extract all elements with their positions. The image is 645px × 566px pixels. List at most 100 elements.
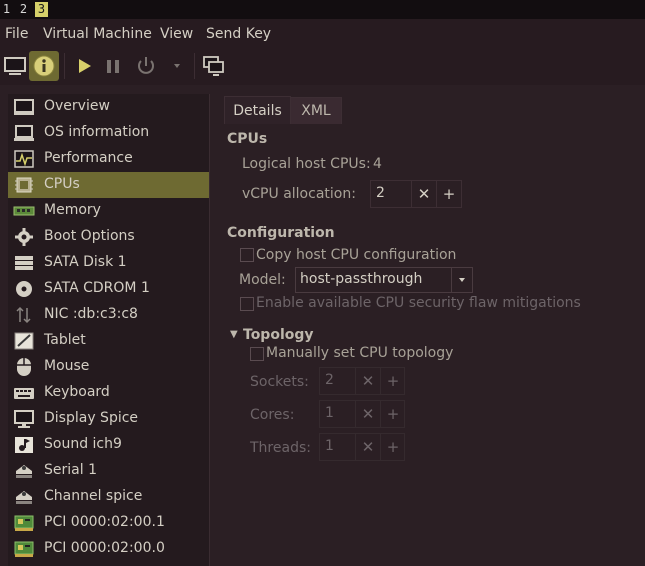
keyboard-icon	[14, 388, 34, 399]
pci-card-icon	[14, 541, 34, 557]
cores-spinner: 1 ✕ +	[319, 400, 405, 428]
chevron-down-icon	[174, 64, 180, 68]
sidebar-item-mouse[interactable]: Mouse	[8, 354, 209, 380]
sidebar-item-channel-spice[interactable]: Channel spice	[8, 484, 209, 510]
sidebar-item-sata-cdrom-1[interactable]: SATA CDROM 1	[8, 276, 209, 302]
sidebar-item-label: Serial 1	[44, 462, 97, 478]
sidebar-item-label: Sound ich9	[44, 436, 122, 452]
workspace-3[interactable]: 3	[35, 2, 48, 17]
memory-stick-icon	[13, 206, 35, 216]
manual-topology-checkbox[interactable]	[250, 347, 264, 361]
sockets-increase-button: +	[380, 368, 405, 394]
model-value: host-passthrough	[300, 271, 423, 287]
sidebar-item-label: Mouse	[44, 358, 90, 374]
laptop-icon	[14, 125, 34, 141]
shutdown-button[interactable]	[131, 51, 161, 81]
pci-card-icon	[14, 515, 34, 531]
sidebar-item-cpus[interactable]: CPUs	[8, 172, 209, 198]
info-icon	[33, 55, 55, 77]
sidebar-item-os-information[interactable]: OS information	[8, 120, 209, 146]
sound-icon	[15, 437, 33, 453]
sidebar-item-label: Tablet	[44, 332, 86, 348]
sidebar-item-keyboard[interactable]: Keyboard	[8, 380, 209, 406]
vcpu-decrease-button[interactable]: ✕	[411, 181, 436, 207]
sidebar-item-pci-0000-02-00-0[interactable]: PCI 0000:02:00.0	[8, 536, 209, 562]
power-icon	[138, 57, 154, 74]
hard-disk-icon	[15, 256, 33, 270]
gear-icon	[15, 228, 33, 246]
workspace-2[interactable]: 2	[17, 2, 30, 17]
sidebar-item-label: Channel spice	[44, 488, 143, 504]
hardware-list: Overview OS information Performance CPUs Mem…	[8, 94, 210, 566]
mitigations-label: Enable available CPU security flaw mitig…	[256, 295, 581, 311]
vcpu-increase-button[interactable]: +	[436, 181, 461, 207]
topology-heading[interactable]: Topology	[243, 327, 314, 343]
details-button[interactable]	[29, 51, 59, 81]
sidebar-item-display-spice[interactable]: Display Spice	[8, 406, 209, 432]
pause-icon	[107, 60, 119, 73]
workspace-1[interactable]: 1	[0, 2, 13, 17]
threads-label: Threads:	[250, 440, 311, 456]
play-icon	[79, 59, 91, 73]
tablet-icon	[14, 332, 34, 350]
vcpu-allocation-label: vCPU allocation:	[242, 186, 356, 202]
toolbar-separator	[64, 53, 65, 79]
sidebar-item-label: Display Spice	[44, 410, 139, 426]
sidebar-item-label: Keyboard	[44, 384, 110, 400]
manual-topology-label: Manually set CPU topology	[266, 345, 454, 361]
sidebar-item-overview[interactable]: Overview	[8, 94, 209, 120]
shutdown-menu-button[interactable]	[164, 51, 190, 81]
cores-decrease-button: ✕	[355, 401, 380, 427]
menu-view[interactable]: View	[160, 26, 193, 42]
threads-increase-button: +	[380, 434, 405, 460]
cores-value: 1	[325, 405, 334, 421]
sidebar-item-label: PCI 0000:02:00.0	[44, 540, 165, 556]
sockets-decrease-button: ✕	[355, 368, 380, 394]
cdrom-icon	[16, 281, 32, 297]
model-select[interactable]: host-passthrough	[295, 267, 473, 293]
menu-send-key[interactable]: Send Key	[206, 26, 271, 42]
sidebar-item-memory[interactable]: Memory	[8, 198, 209, 224]
sidebar-item-sound-ich9[interactable]: Sound ich9	[8, 432, 209, 458]
fullscreen-button[interactable]	[199, 51, 229, 81]
workspace-bar: 1 2 3	[0, 0, 645, 19]
serial-icon	[16, 465, 32, 478]
logical-cpus-label: Logical host CPUs:	[242, 156, 371, 172]
sidebar-item-performance[interactable]: Performance	[8, 146, 209, 172]
copy-host-checkbox[interactable]	[240, 248, 254, 262]
menu-file[interactable]: File	[5, 26, 28, 42]
vcpu-allocation-value[interactable]: 2	[376, 185, 385, 201]
sidebar-item-sata-disk-1[interactable]: SATA Disk 1	[8, 250, 209, 276]
logical-cpus-value: 4	[373, 156, 382, 172]
vcpu-allocation-spinner[interactable]: 2 ✕ +	[370, 180, 462, 208]
threads-decrease-button: ✕	[355, 434, 380, 460]
monitor-icon	[4, 57, 26, 75]
sidebar-item-boot-options[interactable]: Boot Options	[8, 224, 209, 250]
sidebar-item-nic-db-c3-c8[interactable]: NIC :db:c3:c8	[8, 302, 209, 328]
sidebar-item-tablet[interactable]: Tablet	[8, 328, 209, 354]
pause-button[interactable]	[98, 51, 128, 81]
sidebar-item-serial-1[interactable]: Serial 1	[8, 458, 209, 484]
display-icon	[14, 410, 34, 428]
sidebar-item-pci-0000-02-00-1[interactable]: PCI 0000:02:00.1	[8, 510, 209, 536]
console-button[interactable]	[0, 51, 30, 81]
sockets-spinner: 2 ✕ +	[319, 367, 405, 395]
menubar: File Virtual Machine View Send Key	[0, 19, 645, 49]
menu-virtual-machine[interactable]: Virtual Machine	[43, 26, 152, 42]
sidebar-item-label: SATA Disk 1	[44, 254, 127, 270]
sockets-label: Sockets:	[250, 374, 309, 390]
copy-host-label: Copy host CPU configuration	[256, 247, 457, 263]
run-button[interactable]	[69, 51, 99, 81]
sidebar-item-label: SATA CDROM 1	[44, 280, 150, 296]
tab-details[interactable]: Details	[224, 96, 291, 124]
mouse-icon	[17, 358, 31, 376]
chevron-down-icon	[451, 268, 472, 292]
model-label: Model:	[239, 272, 286, 288]
configuration-heading: Configuration	[227, 225, 335, 241]
cores-increase-button: +	[380, 401, 405, 427]
expander-arrow-icon[interactable]: ▼	[230, 329, 238, 340]
tab-xml[interactable]: XML	[290, 97, 342, 124]
mitigations-checkbox[interactable]	[240, 297, 254, 311]
sidebar-item-label: Memory	[44, 202, 101, 218]
sidebar-item-label: Overview	[44, 98, 110, 114]
